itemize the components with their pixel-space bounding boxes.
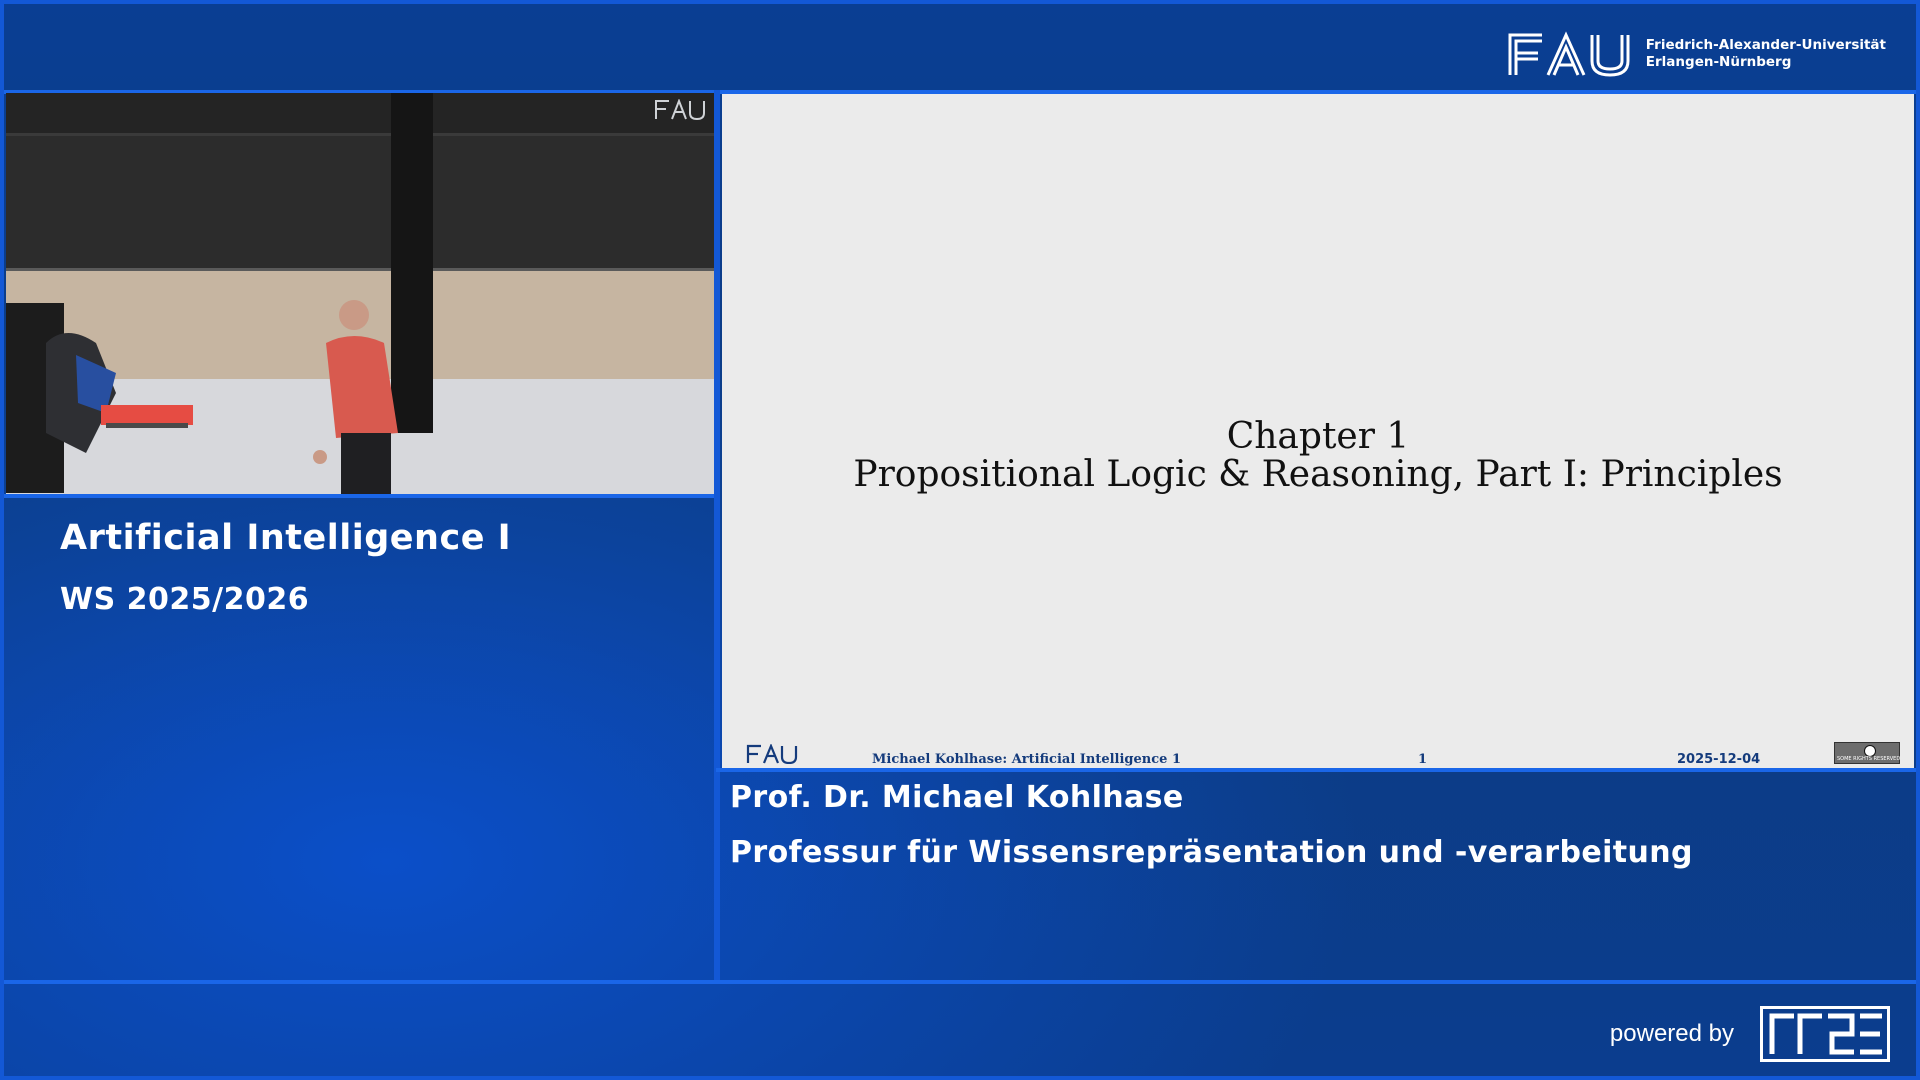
speaker-name: Prof. Dr. Michael Kohlhase [730,780,1184,815]
rrze-logo-icon [1760,1006,1890,1062]
speaker-chair: Professur für Wissensrepräsentation und … [730,835,1693,870]
university-name: Friedrich-Alexander-Universität Erlangen… [1646,37,1886,71]
presentation-slide: Chapter 1 Propositional Logic & Reasonin… [722,94,1914,768]
slide-footer: Michael Kohlhase: Artificial Intelligenc… [722,742,1914,768]
camera-watermark-icon [655,99,705,121]
slide-title-line-2: Propositional Logic & Reasoning, Part I:… [853,454,1783,495]
vertical-divider [714,90,720,980]
course-term: WS 2025/2026 [60,582,310,617]
university-line-1: Friedrich-Alexander-Universität [1645,37,1886,53]
slide-divider [716,768,1916,772]
slide-title-line-1: Chapter 1 [1226,416,1410,457]
fau-logo-icon [1508,31,1630,77]
slide-fau-logo-icon [746,744,798,764]
slide-title: Chapter 1 Propositional Logic & Reasonin… [722,418,1914,494]
camera-divider [4,494,714,498]
university-line-2: Erlangen-Nürnberg [1645,54,1792,70]
cc-license-icon: SOME RIGHTS RESERVED [1834,742,1900,764]
camera-feed [6,93,714,494]
course-info: Artificial Intelligence I WS 2025/2026 [60,518,511,617]
powered-by: powered by [1610,1006,1890,1062]
footer-divider [4,980,1916,984]
slide-date: 2025-12-04 [1677,752,1761,767]
slide-author: Michael Kohlhase: Artificial Intelligenc… [872,752,1181,767]
speaker-info: Prof. Dr. Michael Kohlhase Professur für… [730,780,1693,870]
course-title: Artificial Intelligence I [60,518,512,558]
header-bar: Friedrich-Alexander-Universität Erlangen… [4,4,1916,90]
fau-logo: Friedrich-Alexander-Universität Erlangen… [1506,26,1886,82]
lecture-hall-image [6,93,714,494]
powered-by-label: powered by [1609,1020,1734,1047]
cc-license-text: SOME RIGHTS RESERVED [1837,756,1901,762]
slide-page-number: 1 [1418,752,1428,767]
